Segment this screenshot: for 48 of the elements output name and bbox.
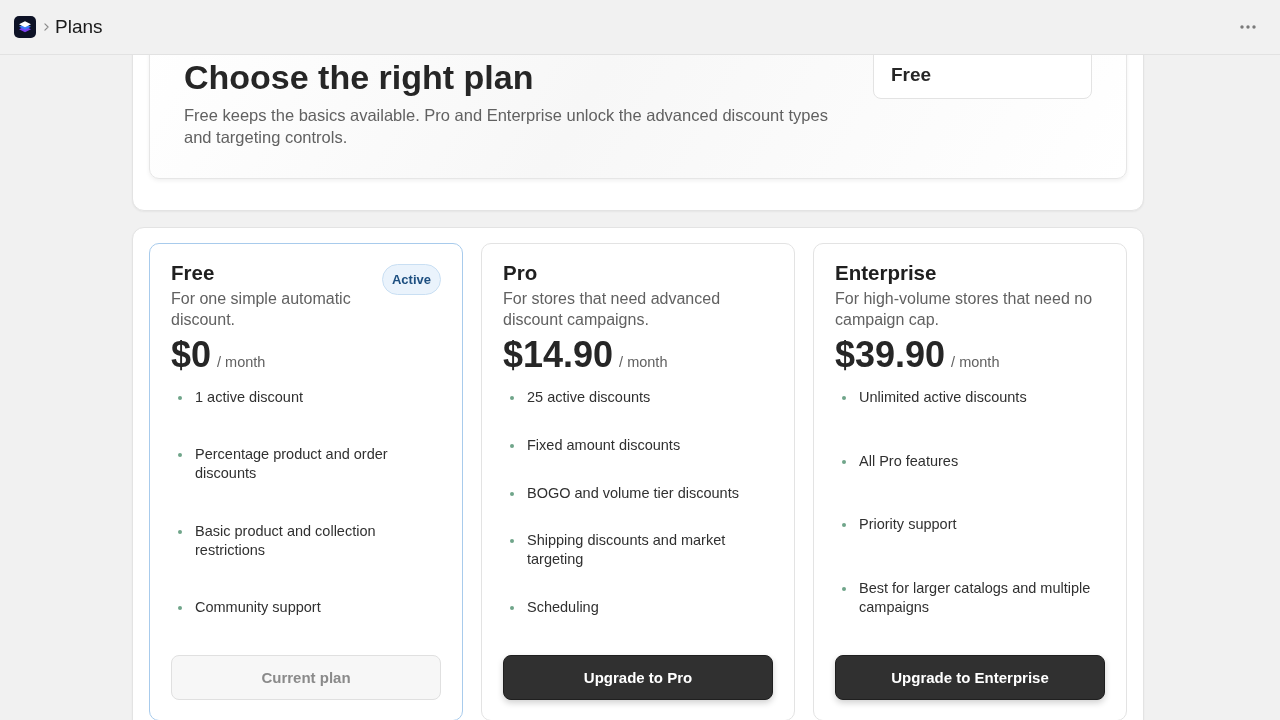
bullet-icon [178, 396, 182, 400]
feature-text: Unlimited active discounts [859, 388, 1027, 407]
hero-title: Choose the right plan [184, 57, 535, 97]
feature-text: Best for larger catalogs and multiple campaigns [859, 578, 1092, 617]
price-period: / month [619, 354, 668, 370]
current-plan-value: Free [891, 63, 932, 87]
price-period: / month [951, 354, 1000, 370]
bullet-icon [842, 586, 846, 591]
bullet-icon [842, 396, 846, 400]
plan-action-button[interactable]: Upgrade to Enterprise [835, 655, 1105, 700]
bullet-icon [178, 606, 182, 610]
plan-price: $14.90 [503, 335, 614, 375]
feature-text: Fixed amount discounts [527, 435, 681, 455]
feature-text: Shipping discounts and market targeting [527, 531, 727, 570]
more-icon[interactable] [1240, 25, 1256, 29]
feature-text: Priority support [859, 515, 957, 535]
plan-description: For high-volume stores that need no campaign cap. [835, 289, 1094, 330]
feature-text: All Pro features [859, 451, 959, 471]
feature-text: Scheduling [527, 598, 599, 617]
bullet-icon [510, 606, 514, 610]
status-badge: Active [381, 264, 441, 295]
bullet-icon [510, 396, 514, 400]
hero-subtitle: Free keeps the basics available. Pro and Enterprise unlock the advanced discount types and targeting controls. [184, 105, 829, 148]
feature-text: BOGO and volume tier discounts [527, 483, 739, 503]
bullet-icon [842, 459, 846, 464]
chevron-right-icon [44, 23, 49, 31]
plan-price: $39.90 [835, 335, 946, 375]
plan-description: For one simple automatic discount. [171, 289, 352, 330]
feature-text: Community support [195, 598, 321, 617]
stacked-layers-icon[interactable] [14, 16, 36, 38]
bullet-icon [178, 529, 182, 534]
plan-action-button[interactable]: Upgrade to Pro [503, 655, 773, 700]
plan-name: Pro [503, 260, 539, 285]
bullet-icon [510, 491, 514, 496]
bullet-icon [510, 443, 514, 448]
page-title: Plans [55, 16, 103, 38]
bullet-icon [842, 523, 846, 528]
price-period: / month [217, 354, 266, 370]
bullet-icon [178, 453, 182, 458]
plan-description: For stores that need advanced discount campaigns. [503, 289, 722, 330]
feature-text: Basic product and collection restrictions [195, 521, 377, 560]
feature-text: 25 active discounts [527, 388, 651, 407]
feature-text: Percentage product and order discounts [195, 445, 389, 484]
plan-name: Free [171, 260, 216, 285]
plan-name: Enterprise [835, 260, 938, 285]
bullet-icon [510, 539, 514, 544]
plan-price: $0 [171, 335, 212, 375]
feature-text: 1 active discount [195, 388, 303, 407]
